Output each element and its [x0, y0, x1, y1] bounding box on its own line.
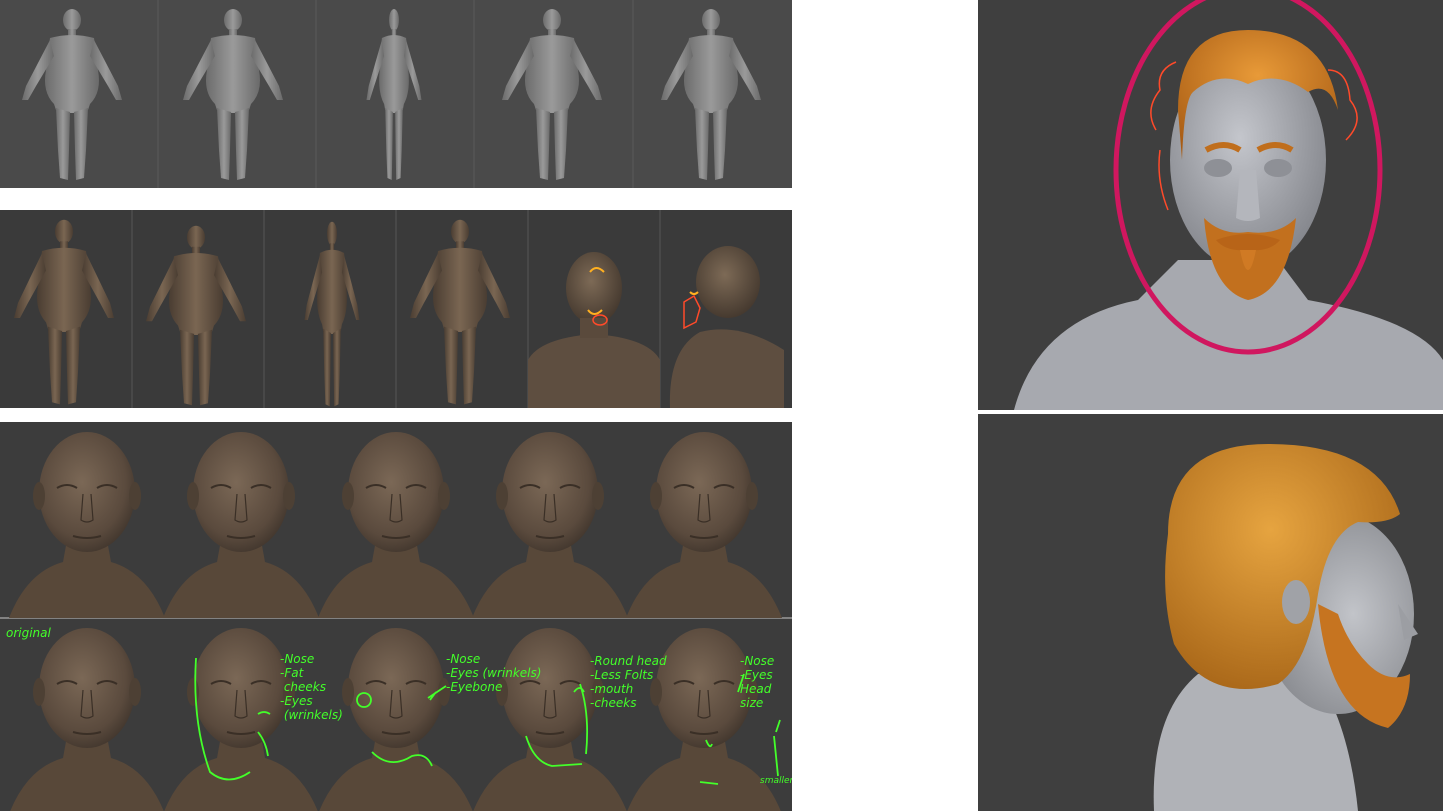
- annotation-original: original: [6, 626, 51, 640]
- body-front-view: [22, 9, 122, 180]
- body-side-view: [366, 9, 422, 180]
- head-closeup-side: [669, 246, 784, 408]
- annotation-note-3: -Nose -Eyes (wrinkels) -Eyebone: [446, 652, 542, 694]
- annotation-smaller: smaller: [760, 776, 792, 786]
- annotation-note-2: -Nose -Fat cheeks -Eyes (wrinkels): [280, 652, 343, 722]
- brown-body-turnaround: [0, 210, 792, 408]
- annotation-note-4: -Round head -Less Folts -mouth -cheeks: [590, 654, 667, 710]
- grey-body-turnaround: [0, 0, 792, 188]
- hair-bust-front: [978, 0, 1443, 410]
- body-back-view: [502, 9, 602, 180]
- head-iterations: original -Nose -Fat cheeks -Eyes (wrinkels…: [0, 422, 792, 811]
- head-closeup-front: [528, 252, 660, 408]
- annotation-note-5: -Nose -Eyes Head size: [740, 654, 775, 710]
- hair-bust-side: [978, 414, 1443, 811]
- body-three-quarter-view: [183, 9, 283, 180]
- body-back-three-quarter-view: [661, 9, 761, 180]
